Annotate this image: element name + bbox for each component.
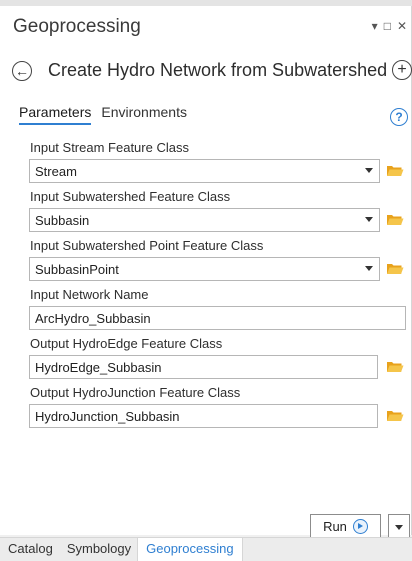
subwatershed-label: Input Subwatershed Feature Class — [30, 189, 231, 204]
folder-open-icon[interactable] — [386, 164, 404, 177]
play-icon — [352, 519, 368, 534]
chevron-down-icon[interactable] — [365, 168, 373, 173]
help-icon[interactable]: ? — [390, 108, 408, 126]
tab-catalog[interactable]: Catalog — [0, 538, 59, 561]
pane-menu-icon[interactable]: ▾ — [372, 19, 378, 33]
pane-controls: ▾ □ ✕ — [372, 19, 407, 33]
run-options-dropdown[interactable] — [388, 514, 410, 539]
subwatershed-point-label: Input Subwatershed Point Feature Class — [30, 238, 264, 253]
subwatershed-point-value: SubbasinPoint — [35, 261, 119, 277]
hydroedge-value: HydroEdge_Subbasin — [35, 359, 162, 375]
stream-dropdown[interactable]: Stream — [29, 159, 380, 183]
geoprocessing-pane: Geoprocessing ▾ □ ✕ ← Create Hydro Netwo… — [0, 6, 412, 539]
run-label: Run — [323, 519, 347, 534]
tool-header: ← Create Hydro Network from Subwatershed — [12, 60, 387, 81]
tool-tabs: Parameters Environments — [19, 104, 187, 125]
hydrojunction-label: Output HydroJunction Feature Class — [30, 385, 241, 400]
stream-label: Input Stream Feature Class — [30, 140, 189, 155]
maximize-icon[interactable]: □ — [384, 19, 391, 33]
tab-environments[interactable]: Environments — [101, 104, 187, 125]
folder-open-icon[interactable] — [386, 213, 404, 226]
add-icon[interactable]: + — [392, 60, 412, 80]
chevron-down-icon[interactable] — [365, 217, 373, 222]
back-arrow-icon[interactable]: ← — [12, 60, 32, 81]
network-name-input[interactable]: ArcHydro_Subbasin — [29, 306, 406, 330]
tab-parameters[interactable]: Parameters — [19, 104, 92, 125]
folder-open-icon[interactable] — [386, 409, 404, 422]
chevron-down-icon — [395, 525, 403, 530]
stream-value: Stream — [35, 163, 77, 179]
network-name-label: Input Network Name — [30, 287, 149, 302]
hydrojunction-input[interactable]: HydroJunction_Subbasin — [29, 404, 378, 428]
subwatershed-value: Subbasin — [35, 212, 90, 228]
hydrojunction-value: HydroJunction_Subbasin — [35, 408, 180, 424]
hydroedge-input[interactable]: HydroEdge_Subbasin — [29, 355, 378, 379]
tab-symbology[interactable]: Symbology — [59, 538, 137, 561]
close-icon[interactable]: ✕ — [397, 19, 407, 33]
folder-open-icon[interactable] — [386, 360, 404, 373]
tab-geoprocessing[interactable]: Geoprocessing — [137, 538, 243, 561]
run-button[interactable]: Run — [310, 514, 381, 539]
hydroedge-label: Output HydroEdge Feature Class — [30, 336, 223, 351]
bottom-tab-bar: Catalog Symbology Geoprocessing — [0, 537, 412, 561]
network-name-value: ArcHydro_Subbasin — [35, 310, 151, 326]
chevron-down-icon[interactable] — [365, 266, 373, 271]
folder-open-icon[interactable] — [386, 262, 404, 275]
subwatershed-dropdown[interactable]: Subbasin — [29, 208, 380, 232]
pane-title: Geoprocessing — [13, 16, 141, 37]
subwatershed-point-dropdown[interactable]: SubbasinPoint — [29, 257, 380, 281]
tool-title: Create Hydro Network from Subwatershed — [48, 60, 388, 80]
